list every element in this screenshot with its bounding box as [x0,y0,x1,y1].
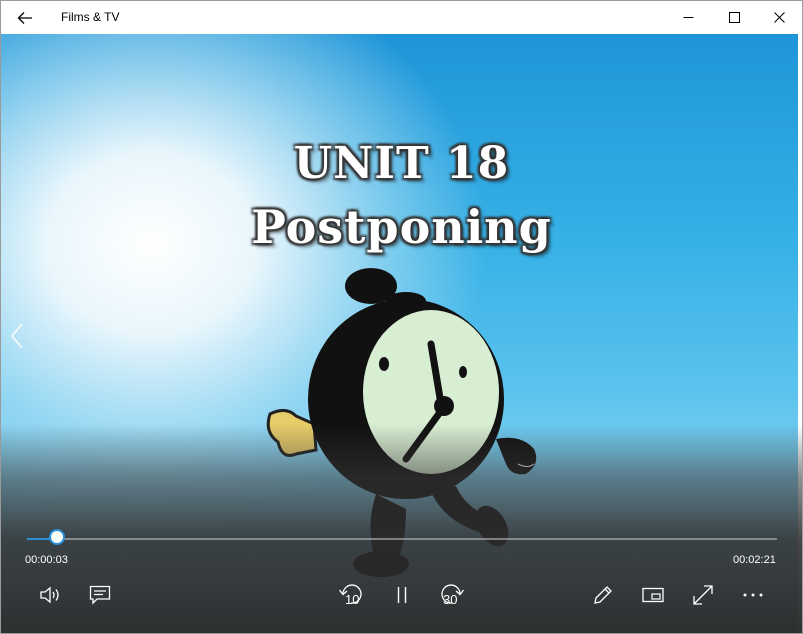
current-time: 00:00:03 [25,554,68,566]
back-arrow-icon [17,11,32,24]
skip-forward-seconds: 30 [443,592,458,607]
previous-video-button[interactable] [5,319,29,353]
pen-icon [594,586,612,604]
subtitles-icon [89,585,111,605]
pause-icon [397,587,407,603]
edit-button[interactable] [583,576,623,614]
full-screen-icon [693,585,713,605]
chevron-left-icon [10,323,23,349]
skip-back-button[interactable]: 10 [331,576,371,614]
maximize-button[interactable] [711,1,757,34]
volume-button[interactable] [31,576,71,614]
total-duration: 00:02:21 [733,554,776,566]
video-caption-title: Postponing [251,200,552,254]
films-tv-window: Films & TV UNIT 18 Postponing 00:00:03 0… [0,0,803,634]
speaker-icon [40,586,59,604]
pause-button[interactable] [382,576,422,614]
minimize-icon [683,17,693,18]
seek-bar-thumb[interactable] [49,529,65,545]
video-caption-unit: UNIT 18 [293,138,510,189]
subtitles-button[interactable] [80,576,120,614]
app-title: Films & TV [61,10,120,24]
seek-bar[interactable] [27,529,777,545]
skip-back-seconds: 10 [345,592,360,607]
video-frame[interactable]: UNIT 18 Postponing 00:00:03 00:02:21 10 … [1,34,802,633]
mini-view-button[interactable] [633,576,673,614]
close-button[interactable] [756,1,802,34]
back-button[interactable] [1,1,49,34]
maximize-icon [728,12,740,23]
close-icon [773,12,785,23]
skip-forward-button[interactable]: 30 [432,576,472,614]
more-icon [743,593,763,597]
minimize-button[interactable] [665,1,711,34]
mini-view-icon [642,587,664,603]
more-options-button[interactable] [733,576,773,614]
title-bar: Films & TV [1,1,802,34]
full-screen-button[interactable] [683,576,723,614]
